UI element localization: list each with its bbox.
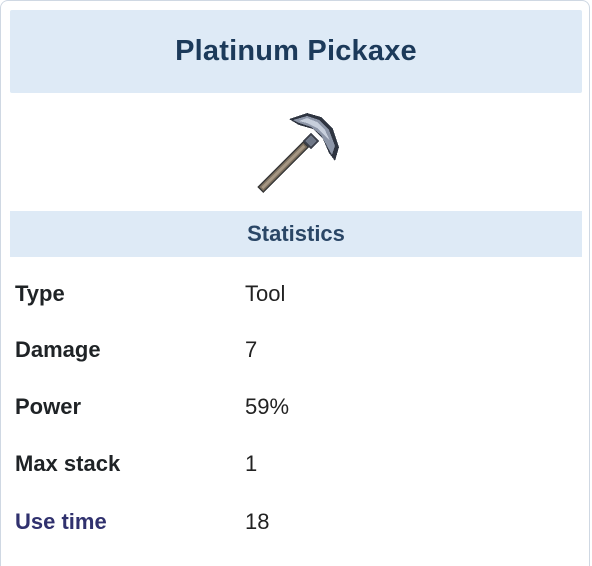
use-time-link[interactable]: Use time	[15, 509, 245, 535]
stat-row-use-time: Use time 18	[15, 502, 575, 542]
stat-value: Tool	[245, 281, 286, 306]
item-infobox: Platinum Pickaxe Statistics Type Tool Da…	[0, 0, 590, 566]
stat-row-type: Type Tool	[15, 274, 575, 314]
statistics-heading: Statistics	[247, 221, 345, 246]
title-bar: Platinum Pickaxe	[10, 10, 582, 93]
stat-value: 7	[245, 337, 258, 362]
stat-value: 59%	[245, 394, 290, 419]
statistics-header: Statistics	[10, 211, 582, 257]
stat-row-power: Power 59%	[15, 387, 575, 427]
stat-label: Damage	[15, 337, 101, 362]
stat-row-damage: Damage 7	[15, 330, 575, 370]
pickaxe-icon	[251, 109, 343, 195]
stat-label: Power	[15, 394, 82, 419]
stat-value: 1	[245, 451, 258, 476]
stat-row-max-stack: Max stack 1	[15, 444, 575, 484]
item-title: Platinum Pickaxe	[175, 35, 417, 67]
stat-label: Max stack	[15, 451, 121, 476]
stat-value: 18	[245, 509, 270, 534]
stat-label: Type	[15, 281, 65, 306]
